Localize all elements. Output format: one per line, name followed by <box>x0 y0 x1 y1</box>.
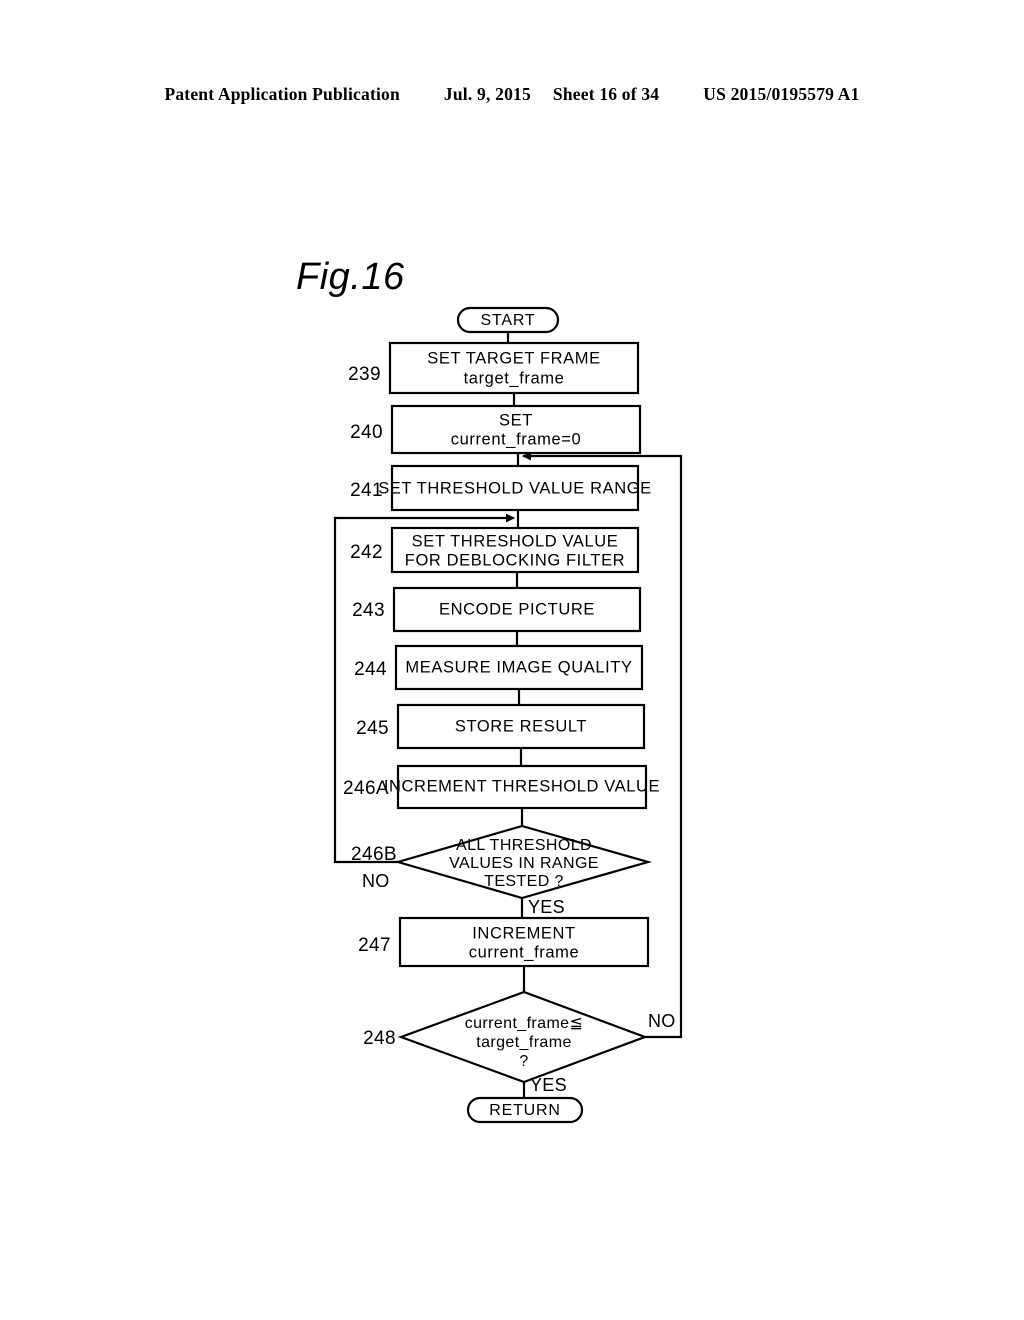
reference-number-240: 240 <box>350 422 383 443</box>
reference-number-244: 244 <box>354 659 387 680</box>
process-box-240: SET current_frame=0 <box>390 404 642 455</box>
process-240-line2: current_frame=0 <box>451 430 582 448</box>
terminal-start: START <box>456 306 560 334</box>
process-box-244: MEASURE IMAGE QUALITY <box>394 644 644 691</box>
process-246a-line1: INCREMENT THRESHOLD VALUE <box>384 777 660 795</box>
terminal-start-label: START <box>481 312 536 329</box>
process-box-239: SET TARGET FRAME target_frame <box>388 341 640 395</box>
reference-number-242: 242 <box>350 542 383 563</box>
process-box-247: INCREMENT current_frame <box>398 916 650 968</box>
process-box-245: STORE RESULT <box>396 703 646 750</box>
process-247-line2: current_frame <box>469 943 580 961</box>
decision-diamond-248: current_frame≦ target_frame ? <box>397 990 649 1084</box>
decision-246b-line3: TESTED ? <box>484 873 564 890</box>
flowchart-diagram: START SET TARGET FRAME target_frame 239 … <box>333 306 683 1124</box>
process-243-line1: ENCODE PICTURE <box>439 600 595 618</box>
terminal-return-label: RETURN <box>489 1102 560 1119</box>
decision-248-yes-label: YES <box>530 1075 567 1095</box>
decision-diamond-246b: ALL THRESHOLD VALUES IN RANGE TESTED ? <box>394 824 653 900</box>
process-245-line1: STORE RESULT <box>455 717 587 735</box>
process-box-241: SET THRESHOLD VALUE RANGE <box>378 464 652 512</box>
reference-number-246a: 246A <box>343 778 389 799</box>
terminal-return: RETURN <box>466 1096 584 1124</box>
reference-number-241: 241 <box>350 480 383 501</box>
decision-248-line1: current_frame≦ <box>465 1015 584 1032</box>
decision-246b-no-label: NO <box>362 871 390 891</box>
process-239-line2: target_frame <box>464 369 565 387</box>
process-239-line1: SET TARGET FRAME <box>427 349 600 367</box>
reference-number-245: 245 <box>356 718 389 739</box>
decision-248-no-label: NO <box>648 1011 676 1031</box>
decision-246b-line2: VALUES IN RANGE <box>449 855 599 872</box>
process-242-line1: SET THRESHOLD VALUE <box>412 532 619 550</box>
process-242-line2: FOR DEBLOCKING FILTER <box>405 551 625 569</box>
process-247-line1: INCREMENT <box>472 924 575 942</box>
process-box-242: SET THRESHOLD VALUE FOR DEBLOCKING FILTE… <box>390 526 640 574</box>
decision-248-line2: target_frame <box>476 1034 572 1051</box>
process-244-line1: MEASURE IMAGE QUALITY <box>405 658 632 676</box>
process-240-line1: SET <box>499 411 533 429</box>
process-box-246a: INCREMENT THRESHOLD VALUE <box>384 764 660 810</box>
process-241-line1: SET THRESHOLD VALUE RANGE <box>378 479 652 497</box>
reference-number-243: 243 <box>352 600 385 621</box>
reference-number-239: 239 <box>348 364 381 385</box>
decision-246b-line1: ALL THRESHOLD <box>456 837 592 854</box>
reference-number-248: 248 <box>363 1028 396 1049</box>
reference-number-247: 247 <box>358 935 391 956</box>
process-box-243: ENCODE PICTURE <box>392 586 642 633</box>
decision-248-line3: ? <box>519 1053 528 1070</box>
decision-246b-yes-label: YES <box>528 897 565 917</box>
